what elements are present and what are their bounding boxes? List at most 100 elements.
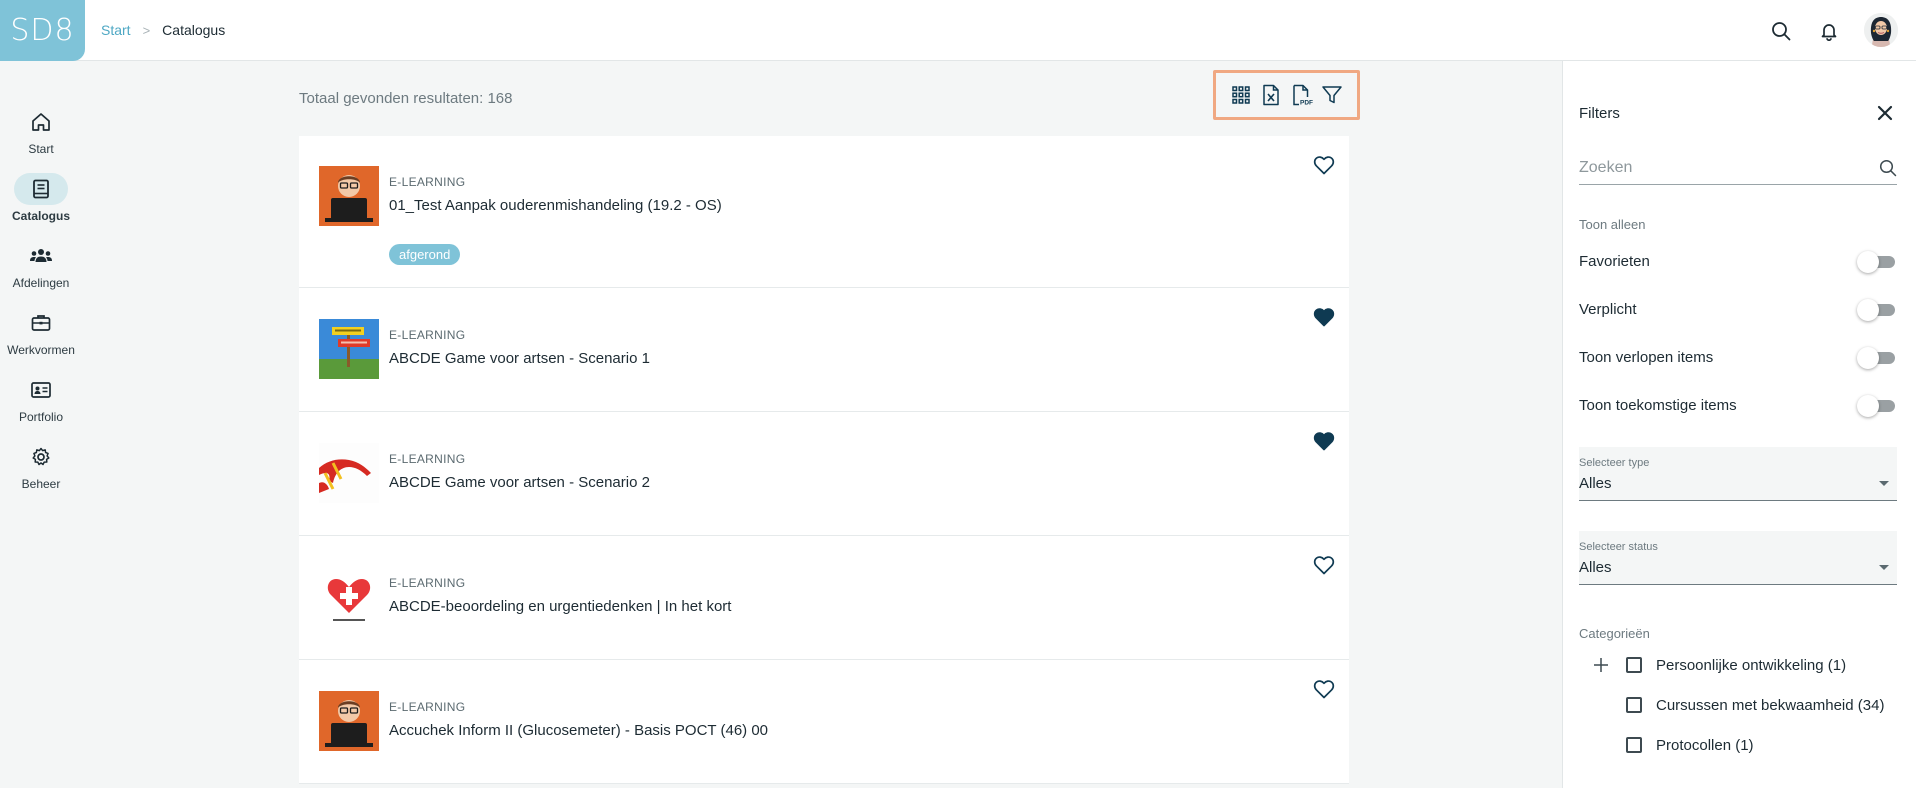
- list-item[interactable]: E-LEARNING ABCDE Game voor artsen - Scen…: [299, 412, 1349, 536]
- list-item[interactable]: E-LEARNING Accuchek Inform II (Glucoseme…: [299, 660, 1349, 784]
- filter-panel: Filters Toon alleen Favorieten Verplicht…: [1562, 61, 1916, 788]
- category-checkbox[interactable]: [1626, 697, 1642, 713]
- select-value: Alles: [1579, 559, 1612, 576]
- heart-outline-icon[interactable]: [1312, 677, 1336, 701]
- item-type: E-LEARNING: [389, 700, 466, 714]
- book-icon: [14, 173, 68, 205]
- item-title[interactable]: ABCDE-beoordeling en urgentiedenken | In…: [389, 598, 731, 615]
- export-excel-button[interactable]: [1258, 82, 1284, 108]
- category-checkbox[interactable]: [1626, 657, 1642, 673]
- catalog-list: E-LEARNING 01_Test Aanpak ouderenmishand…: [299, 136, 1349, 784]
- toggle-label: Toon verlopen items: [1579, 348, 1714, 366]
- category-label[interactable]: Persoonlijke ontwikkeling (1): [1656, 657, 1846, 674]
- nav-item-beheer[interactable]: Beheer: [0, 441, 82, 491]
- caret-down-icon: [1879, 565, 1889, 570]
- nav-item-werkvormen[interactable]: Werkvormen: [0, 307, 82, 357]
- toggle-label: Toon toekomstige items: [1579, 396, 1737, 414]
- nav-label: Beheer: [21, 477, 61, 491]
- top-header: SD8 Start > Catalogus: [0, 0, 1916, 61]
- item-title[interactable]: ABCDE Game voor artsen - Scenario 1: [389, 350, 650, 367]
- bell-icon[interactable]: [1816, 18, 1842, 44]
- logo[interactable]: SD8: [0, 0, 85, 61]
- select-value: Alles: [1579, 475, 1612, 492]
- select-label: Selecteer type: [1579, 457, 1650, 469]
- nav-item-portfolio[interactable]: Portfolio: [0, 374, 82, 424]
- plus-icon[interactable]: [1591, 655, 1611, 675]
- grid-view-button[interactable]: [1228, 82, 1254, 108]
- item-thumbnail: [319, 567, 379, 627]
- toggle-favorieten[interactable]: [1857, 251, 1897, 273]
- export-pdf-button[interactable]: PDF: [1289, 82, 1315, 108]
- breadcrumb-start-link[interactable]: Start: [101, 22, 131, 38]
- toggle-row-toekomstig: Toon toekomstige items: [1579, 393, 1897, 417]
- breadcrumb-separator: >: [142, 22, 151, 38]
- heart-filled-icon[interactable]: [1312, 305, 1336, 329]
- category-label[interactable]: Cursussen met bekwaamheid (34): [1656, 697, 1884, 714]
- nav-item-catalogus[interactable]: Catalogus: [0, 173, 82, 223]
- item-title[interactable]: Accuchek Inform II (Glucosemeter) - Basi…: [389, 722, 768, 739]
- nav-item-afdelingen[interactable]: Afdelingen: [0, 240, 82, 290]
- left-navigation: Start Catalogus Afdelingen Werkvormen Po…: [0, 61, 82, 788]
- show-only-heading: Toon alleen: [1579, 217, 1646, 232]
- category-checkbox[interactable]: [1626, 737, 1642, 753]
- nav-label: Catalogus: [11, 209, 70, 223]
- item-type: E-LEARNING: [389, 328, 466, 342]
- toggle-row-verlopen: Toon verlopen items: [1579, 345, 1897, 369]
- nav-label: Werkvormen: [7, 343, 75, 357]
- heart-filled-icon[interactable]: [1312, 429, 1336, 453]
- list-item[interactable]: E-LEARNING ABCDE-beoordeling en urgentie…: [299, 536, 1349, 660]
- nav-label: Portfolio: [18, 410, 64, 424]
- briefcase-icon: [14, 307, 68, 339]
- grid-icon: [1232, 86, 1250, 104]
- list-item[interactable]: E-LEARNING 01_Test Aanpak ouderenmishand…: [299, 136, 1349, 288]
- heart-outline-icon[interactable]: [1312, 153, 1336, 177]
- status-badge: afgerond: [389, 244, 461, 265]
- caret-down-icon: [1879, 481, 1889, 486]
- type-select[interactable]: Selecteer type Alles: [1579, 447, 1897, 501]
- results-count: Totaal gevonden resultaten: 168: [299, 90, 513, 107]
- category-label[interactable]: Protocollen (1): [1656, 737, 1754, 754]
- item-thumbnail: [319, 166, 379, 226]
- status-select[interactable]: Selecteer status Alles: [1579, 531, 1897, 585]
- item-type: E-LEARNING: [389, 452, 466, 466]
- item-title[interactable]: 01_Test Aanpak ouderenmishandeling (19.2…: [389, 197, 722, 214]
- filter-icon: [1322, 86, 1342, 104]
- toggle-verplicht[interactable]: [1857, 299, 1897, 321]
- filter-button[interactable]: [1319, 82, 1345, 108]
- item-title[interactable]: ABCDE Game voor artsen - Scenario 2: [389, 474, 650, 491]
- categories-heading: Categorieën: [1579, 626, 1650, 641]
- home-icon: [14, 106, 68, 138]
- select-label: Selecteer status: [1579, 541, 1658, 553]
- filter-panel-title: Filters: [1579, 105, 1620, 122]
- item-thumbnail: [319, 319, 379, 379]
- search-icon[interactable]: [1879, 159, 1897, 182]
- nav-label: Afdelingen: [12, 276, 70, 290]
- gear-icon: [14, 441, 68, 473]
- toggle-verlopen[interactable]: [1857, 347, 1897, 369]
- nav-item-start[interactable]: Start: [0, 106, 82, 156]
- pdf-file-icon: PDF: [1292, 84, 1313, 107]
- item-thumbnail: [319, 443, 379, 503]
- breadcrumb: Start > Catalogus: [101, 22, 225, 38]
- group-icon: [14, 240, 68, 272]
- toggle-row-verplicht: Verplicht: [1579, 297, 1897, 321]
- item-type: E-LEARNING: [389, 175, 466, 189]
- breadcrumb-current: Catalogus: [162, 22, 226, 38]
- search-icon[interactable]: [1768, 18, 1794, 44]
- filter-search: [1579, 153, 1897, 185]
- avatar[interactable]: [1864, 13, 1898, 47]
- item-thumbnail: [319, 691, 379, 751]
- heart-outline-icon[interactable]: [1312, 553, 1336, 577]
- list-item[interactable]: E-LEARNING ABCDE Game voor artsen - Scen…: [299, 288, 1349, 412]
- toggle-toekomstig[interactable]: [1857, 395, 1897, 417]
- toggle-label: Verplicht: [1579, 300, 1637, 318]
- excel-file-icon: [1263, 84, 1280, 106]
- item-type: E-LEARNING: [389, 576, 466, 590]
- filter-search-input[interactable]: [1579, 153, 1859, 183]
- svg-text:PDF: PDF: [1300, 100, 1313, 107]
- nav-label: Start: [28, 142, 54, 156]
- id-card-icon: [14, 374, 68, 406]
- view-toolbar: PDF: [1213, 70, 1360, 120]
- toggle-label: Favorieten: [1579, 252, 1650, 270]
- close-icon[interactable]: [1873, 101, 1897, 125]
